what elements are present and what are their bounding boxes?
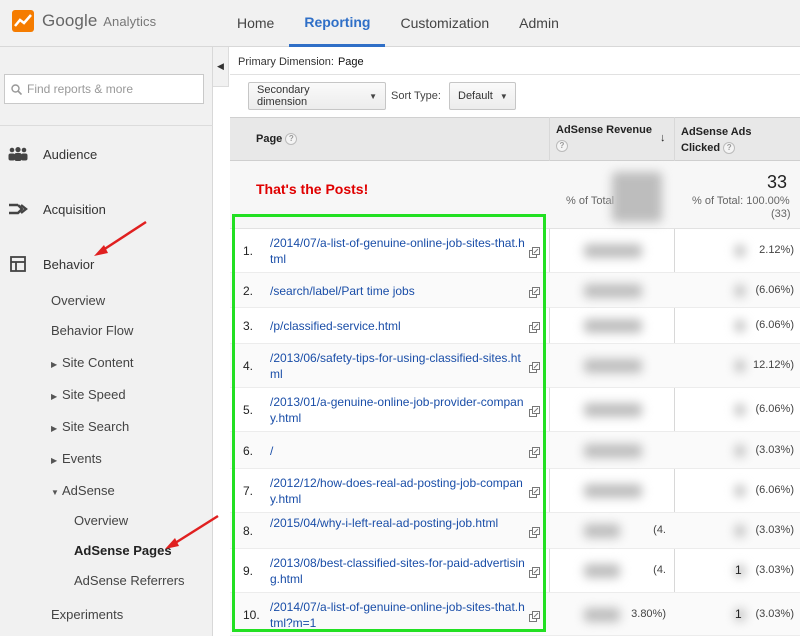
redacted-revenue — [584, 443, 642, 458]
clicks-percent: 2.12%) — [759, 244, 794, 256]
dropdown-arrow-icon: ▼ — [369, 91, 377, 101]
help-icon[interactable]: ? — [556, 140, 568, 152]
row-number: 7. — [243, 484, 254, 498]
page-link[interactable]: /2014/07/a-list-of-genuine-online-job-si… — [270, 599, 526, 631]
open-external-icon[interactable] — [529, 405, 540, 417]
redacted-revenue — [584, 283, 642, 298]
arrow-to-behavior — [94, 220, 147, 256]
help-icon[interactable]: ? — [723, 142, 736, 155]
primary-dimension-value[interactable]: Page — [338, 56, 364, 68]
row-number: 8. — [243, 524, 254, 538]
redacted-revenue — [584, 403, 642, 417]
dropdown-arrow-icon: ▼ — [499, 91, 508, 101]
collapse-sidebar-toggle[interactable]: ◀ — [213, 47, 229, 87]
secondary-dimension-label: Secondary dimension — [257, 84, 310, 108]
chevron-left-icon: ◀ — [217, 61, 224, 71]
page-link[interactable]: /2013/08/best-classified-sites-for-paid-… — [270, 555, 526, 587]
sort-type-dropdown[interactable]: Default ▼ — [449, 82, 516, 110]
clicks-percent: (6.06%) — [755, 319, 794, 331]
page-link[interactable]: /2014/07/a-list-of-genuine-online-job-si… — [270, 235, 526, 267]
redacted-revenue — [584, 607, 620, 622]
page-link[interactable]: / — [270, 443, 526, 459]
column-label: AdSense Ads — [681, 126, 752, 138]
page-link[interactable]: /2013/01/a-genuine-online-job-provider-c… — [270, 394, 526, 426]
toolbar-divider — [230, 74, 800, 75]
open-external-icon[interactable] — [529, 446, 540, 458]
clicks-percent: (6.06%) — [755, 484, 794, 496]
open-external-icon[interactable] — [529, 286, 540, 298]
clicks-percent: (3.03%) — [755, 564, 794, 576]
revenue-total-label: % of Total — [566, 195, 615, 207]
row-number: 5. — [243, 403, 254, 417]
open-external-icon[interactable] — [529, 610, 540, 622]
page-link[interactable]: /search/label/Part time jobs — [270, 283, 526, 299]
clicks-percent: 12.12%) — [753, 359, 794, 371]
redacted-revenue — [584, 359, 642, 373]
sort-type-label: Sort Type: — [391, 90, 441, 102]
clicks-percent: (3.03%) — [755, 607, 794, 620]
page-link[interactable]: /p/classified-service.html — [270, 318, 526, 334]
redacted-revenue — [584, 244, 642, 258]
open-external-icon[interactable] — [529, 526, 540, 538]
table-header: Page ? AdSense Revenue? ↓ AdSense Ads Cli… — [230, 117, 800, 161]
secondary-dimension-dropdown[interactable]: Secondary dimension ▼ — [248, 82, 386, 110]
row-number: 6. — [243, 443, 254, 458]
clicks-percent: (6.06%) — [755, 403, 794, 415]
revenue-percent: (4. — [653, 524, 666, 536]
column-label: Clicked — [681, 142, 721, 154]
revenue-percent: (4. — [653, 564, 666, 576]
arrow-to-adsense-pages — [165, 514, 219, 549]
primary-dimension: Primary Dimension: Page — [238, 56, 364, 68]
row-number: 2. — [243, 283, 254, 298]
redacted-revenue — [584, 524, 620, 538]
redacted-revenue — [584, 319, 642, 333]
revenue-percent: 3.80%) — [631, 607, 666, 620]
page-link[interactable]: /2013/06/safety-tips-for-using-classifie… — [270, 350, 526, 382]
clicks-total-percent: % of Total: 100.00% — [692, 195, 790, 207]
open-external-icon[interactable] — [529, 361, 540, 373]
page-link[interactable]: /2012/12/how-does-real-ad-posting-job-co… — [270, 475, 526, 507]
clicks-percent: (3.03%) — [755, 524, 794, 536]
redacted-revenue — [584, 564, 620, 578]
row-number: 10. — [243, 607, 260, 622]
column-label: AdSense Revenue — [556, 124, 652, 136]
open-external-icon[interactable] — [529, 566, 540, 578]
row-number: 3. — [243, 319, 254, 333]
primary-dimension-label: Primary Dimension: — [238, 56, 334, 68]
clicks-percent: (3.03%) — [755, 443, 794, 456]
open-external-icon[interactable] — [529, 486, 540, 498]
clicks-total: 33 — [767, 172, 788, 192]
column-label: Page — [256, 133, 283, 145]
redacted-revenue-total — [612, 172, 662, 222]
row-number: 9. — [243, 564, 254, 578]
sort-type-value: Default — [458, 90, 493, 102]
open-external-icon[interactable] — [529, 246, 540, 258]
annotation-title: That's the Posts! — [256, 181, 369, 197]
page-link[interactable]: /2015/04/why-i-left-real-ad-posting-job.… — [270, 515, 526, 531]
row-number: 1. — [243, 244, 254, 258]
clicks-percent: (6.06%) — [755, 283, 794, 296]
redacted-revenue — [584, 484, 642, 498]
clicks-total-count: (33) — [771, 208, 791, 220]
row-number: 4. — [243, 359, 254, 373]
help-icon[interactable]: ? — [285, 133, 298, 146]
open-external-icon[interactable] — [529, 321, 540, 333]
